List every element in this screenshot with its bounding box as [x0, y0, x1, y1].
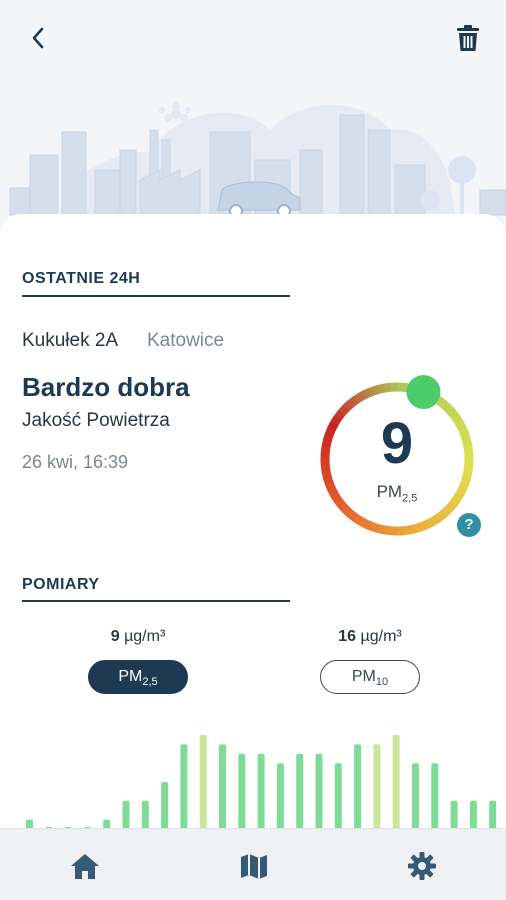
pm10-tab[interactable]: PM10: [320, 660, 420, 694]
pm10-unit: µg/m³: [360, 628, 402, 645]
gauge-arc-segment: [419, 520, 430, 532]
location-street: Kukułek 2A: [22, 330, 119, 351]
gauge-arc-segment: [358, 389, 369, 401]
pm10-value: 16: [338, 628, 357, 645]
section-title-last24h: OSTATNIE 24H: [22, 270, 141, 287]
delete-button[interactable]: [452, 22, 484, 54]
gauge-arc-segment: [444, 502, 456, 514]
location-city: Katowice: [147, 330, 225, 351]
gauge-pollutant-label: PM2,5: [322, 482, 472, 504]
gauge-arc-segment: [440, 400, 452, 412]
gauge-arc-segment: [440, 506, 452, 518]
header-illustration: [0, 0, 506, 230]
section-title-measurements: POMIARY: [22, 576, 100, 593]
gauge-arc-segment: [414, 522, 424, 533]
gear-icon: [408, 852, 436, 880]
gauge-arc-segment: [425, 517, 436, 529]
pm25-reading: 9 µg/m³: [58, 628, 218, 646]
measurement-timestamp: 26 kwi, 16:39: [22, 452, 129, 472]
city-skyline-illustration: [9, 102, 506, 218]
chevron-left-icon: [32, 27, 44, 49]
gauge-arc-segment: [435, 396, 447, 408]
section-divider: [22, 295, 290, 297]
trash-icon: [457, 25, 479, 51]
pm25-unit: µg/m³: [124, 628, 166, 645]
main-card: OSTATNIE 24H Kukułek 2A Katowice Bardzo …: [0, 214, 506, 854]
nav-map-button[interactable]: [237, 849, 271, 883]
gauge-arc-segment: [353, 392, 364, 404]
pm25-tab-sub: 2,5: [142, 676, 158, 689]
nav-settings-button[interactable]: [405, 849, 439, 883]
gauge-arc-segment: [347, 396, 359, 408]
gauge-arc-segment: [435, 510, 447, 522]
gauge-arc-segment: [370, 385, 380, 396]
gauge-arc-segment: [430, 514, 441, 526]
section-divider: [22, 600, 290, 602]
gauge-arc-segment: [370, 522, 380, 533]
bottom-navigation: [0, 828, 506, 900]
gauge-value: 9: [380, 411, 414, 476]
home-icon: [71, 854, 99, 879]
gauge-arc-segment: [352, 514, 364, 526]
gauge-arc-segment: [342, 400, 354, 412]
gauge-level-indicator: [406, 375, 441, 410]
gauge-arc-segment: [338, 502, 350, 514]
gauge-arc-segment: [402, 525, 411, 536]
gauge-arc-segment: [376, 524, 386, 535]
gauge-arc-segment: [383, 382, 392, 393]
pm10-reading: 16 µg/m³: [290, 628, 450, 646]
gauge-arc-segment: [347, 510, 359, 522]
pm25-tab[interactable]: PM2,5: [88, 660, 188, 694]
gauge-arc-segment: [358, 517, 369, 529]
pm10-tab-label: PM: [351, 668, 376, 685]
gauge-arc-segment: [408, 524, 417, 535]
air-quality-caption: Jakość Powietrza: [22, 410, 170, 431]
nav-home-button[interactable]: [68, 849, 102, 883]
gauge-arc-segment: [383, 525, 392, 536]
pm10-tab-sub: 10: [375, 676, 389, 689]
pm25-value: 9: [110, 628, 120, 645]
gauge-arc-segment: [364, 520, 374, 531]
back-button[interactable]: [22, 22, 54, 54]
pm25-tab-label: PM: [118, 668, 143, 685]
help-button[interactable]: ?: [457, 513, 481, 537]
gauge-label-main: PM: [376, 482, 403, 501]
gauge-arc-segment: [342, 506, 354, 518]
map-icon: [241, 854, 267, 879]
gauge-arc-segment: [364, 387, 375, 398]
gauge-label-sub: 2,5: [402, 492, 418, 505]
gauge-arc-segment: [377, 383, 386, 394]
air-quality-rating: Bardzo dobra: [22, 372, 190, 402]
